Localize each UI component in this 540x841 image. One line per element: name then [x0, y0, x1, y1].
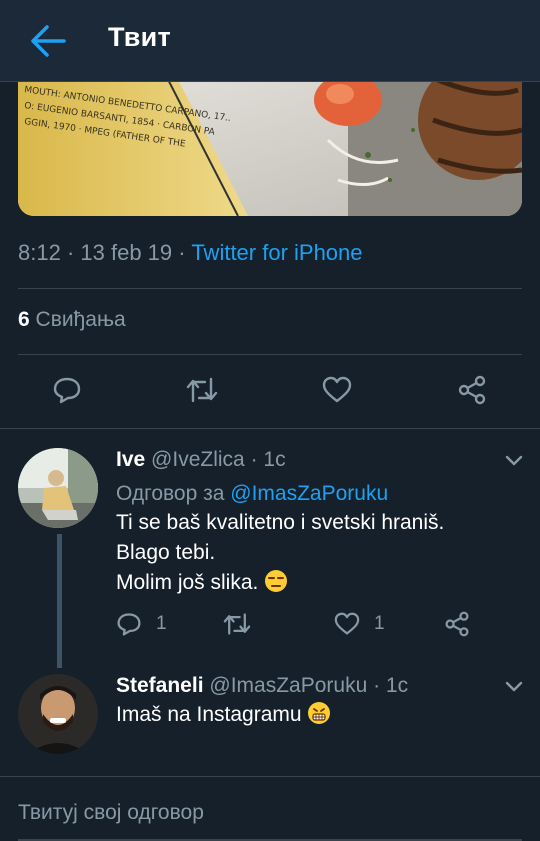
likes-count: 6 — [18, 308, 30, 331]
reply-icon — [53, 377, 81, 404]
compose-reply-input[interactable]: Твитуј свој одговор — [18, 801, 204, 825]
reply-text: Imaš na Instagramu — [116, 700, 331, 730]
retweet-icon — [186, 377, 218, 403]
grimacing-face-icon — [308, 702, 331, 724]
reply-author-handle[interactable]: @IveZlica — [151, 448, 245, 471]
reply-author-name[interactable]: Stefaneli — [116, 674, 204, 697]
heart-icon — [322, 376, 352, 403]
retweet-button[interactable] — [182, 370, 222, 410]
heart-icon — [334, 612, 360, 635]
back-button[interactable] — [30, 24, 66, 58]
reply-menu-button[interactable] — [504, 454, 524, 468]
divider — [18, 288, 522, 289]
tweet-image[interactable]: MOUTH: ANTONIO BENEDETTO CARPANO, 17.. O… — [18, 60, 522, 216]
reply-text-line: Ti se baš kvalitetno i svetski hraniš. — [116, 511, 445, 534]
chevron-down-icon — [505, 681, 523, 692]
unamused-face-icon — [265, 570, 288, 592]
reply-author-handle[interactable]: @ImasZaPoruku — [209, 674, 367, 697]
reply-header: Ive @IveZlica · 1с — [116, 448, 286, 471]
reply-icon — [117, 613, 141, 636]
share-button[interactable] — [444, 608, 470, 640]
page-title: Твит — [108, 22, 172, 52]
reply-button[interactable]: 1 — [116, 608, 167, 640]
tweet-source-link[interactable]: Twitter for iPhone — [191, 240, 362, 265]
reply-time: 1с — [385, 674, 409, 697]
like-count: 1 — [374, 613, 385, 634]
share-icon — [445, 611, 469, 637]
arrow-left-icon — [31, 25, 66, 57]
likes-label: Свиђања — [35, 308, 126, 331]
reply-time: 1с — [263, 448, 286, 471]
retweet-icon — [223, 613, 251, 635]
replying-to-label: Одговор за — [116, 482, 225, 505]
reply-count: 1 — [156, 613, 167, 634]
reply-text-line: Blago tebi. — [116, 541, 216, 564]
retweet-button[interactable] — [222, 608, 252, 640]
top-bar: Твит — [0, 0, 540, 82]
tweet-date: 13 feb 19 — [80, 240, 173, 265]
reply-text-line-3: Molim još slika. — [116, 568, 444, 598]
like-button[interactable] — [317, 370, 357, 410]
avatar[interactable] — [18, 674, 98, 754]
thread-connector — [57, 534, 62, 668]
replying-to-mention[interactable]: @ImasZaPoruku — [230, 482, 388, 505]
reply-menu-button[interactable] — [504, 680, 524, 694]
like-button[interactable]: 1 — [334, 608, 385, 640]
share-button[interactable] — [452, 370, 492, 410]
replying-to: Одговор за @ImasZaPoruku — [116, 482, 388, 506]
tweet-actions — [0, 370, 540, 414]
reply-header: Stefaneli @ImasZaPoruku · 1с — [116, 674, 409, 697]
divider — [0, 428, 540, 429]
reply-actions: 1 1 — [0, 608, 540, 644]
chevron-down-icon — [505, 455, 523, 466]
compose-reply-bar[interactable]: Твитуј свој одговор — [0, 776, 540, 841]
tweet-time: 8:12 — [18, 240, 61, 265]
likes-stat[interactable]: 6 Свиђања — [18, 308, 126, 332]
avatar[interactable] — [18, 448, 98, 528]
reply-author-name[interactable]: Ive — [116, 448, 145, 471]
reply-text: Ti se baš kvalitetno i svetski hraniš. B… — [116, 508, 444, 598]
reply-button[interactable] — [47, 370, 87, 410]
share-icon — [458, 375, 486, 405]
divider — [18, 354, 522, 355]
tweet-meta: 8:12 · 13 feb 19 · Twitter for iPhone — [18, 240, 363, 265]
